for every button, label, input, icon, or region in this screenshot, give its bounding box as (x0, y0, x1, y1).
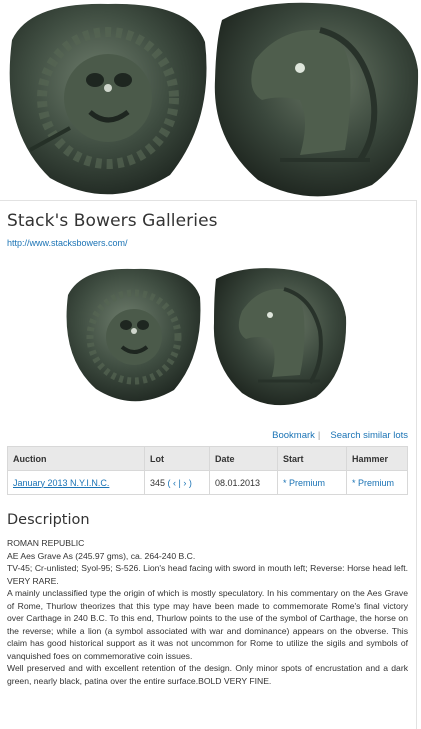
actions-separator: | (317, 430, 321, 441)
header-auction: Auction (7, 446, 145, 471)
horse-head-coin-large (214, 2, 419, 197)
lot-table-header: Auction Lot Date Start Hammer (7, 446, 408, 471)
search-similar-lots-link[interactable]: Search similar lots (330, 430, 408, 441)
description-line: ROMAN REPUBLIC (7, 538, 85, 548)
date-cell: 08.01.2013 (209, 470, 278, 495)
description-line: TV-45; Cr-unlisted; Syol-95; S-526. Lion… (7, 563, 408, 586)
hammer-premium-link[interactable]: * Premium (352, 478, 394, 488)
auction-link[interactable]: January 2013 N.Y.I.N.C. (13, 478, 109, 488)
lion-head-coin-small (66, 268, 201, 402)
bookmark-link[interactable]: Bookmark (272, 430, 315, 441)
gallery-name: Stack's Bowers Galleries (7, 211, 218, 231)
description-line: Well preserved and with excellent retent… (7, 663, 408, 686)
lion-head-coin-large (9, 3, 207, 195)
header-start: Start (277, 446, 347, 471)
description-line: A mainly unclassified type the origin of… (7, 588, 408, 661)
auction-cell: January 2013 N.Y.I.N.C. (7, 470, 145, 495)
description-body: ROMAN REPUBLIC AE Aes Grave As (245.97 g… (7, 537, 408, 687)
coin-thumbnail[interactable] (62, 265, 352, 420)
lot-table: Auction Lot Date Start Hammer January 20… (7, 446, 408, 495)
start-premium-link[interactable]: * Premium (283, 478, 325, 488)
description-line: AE Aes Grave As (245.97 gms), ca. 264-24… (7, 550, 196, 561)
description-heading: Description (7, 512, 90, 528)
lot-navigation[interactable]: ( ‹ | › ) (168, 478, 192, 488)
table-row: January 2013 N.Y.I.N.C. 345 ( ‹ | › ) 08… (7, 470, 408, 495)
hammer-cell: * Premium (346, 470, 408, 495)
horse-head-coin-small (213, 268, 347, 406)
header-lot: Lot (144, 446, 210, 471)
header-date: Date (209, 446, 278, 471)
lot-number: 345 (150, 477, 166, 488)
start-cell: * Premium (277, 470, 347, 495)
coin-hero-image (0, 0, 421, 200)
gallery-url-link[interactable]: http://www.stacksbowers.com/ (7, 238, 128, 248)
header-hammer: Hammer (346, 446, 408, 471)
lot-cell: 345 ( ‹ | › ) (144, 470, 210, 495)
lot-actions: Bookmark | Search similar lots (262, 430, 408, 441)
